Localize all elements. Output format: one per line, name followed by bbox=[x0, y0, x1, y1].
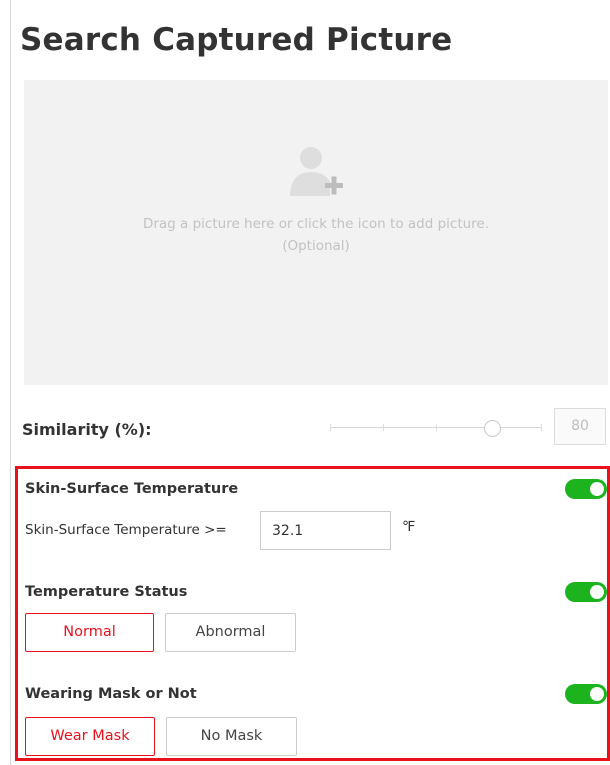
temperature-status-label: Temperature Status bbox=[25, 584, 188, 600]
similarity-value-field[interactable]: 80 bbox=[554, 408, 606, 445]
skin-temperature-label: Skin-Surface Temperature bbox=[25, 481, 239, 497]
slider-tick bbox=[436, 424, 437, 431]
page-title: Search Captured Picture bbox=[20, 22, 453, 58]
slider-tick bbox=[541, 424, 542, 431]
slider-thumb[interactable] bbox=[484, 420, 501, 437]
drop-hint-line1: Drag a picture here or click the icon to… bbox=[142, 216, 490, 232]
mask-toggle[interactable] bbox=[565, 684, 607, 704]
temperature-condition-label: Skin-Surface Temperature >= bbox=[25, 522, 227, 538]
temperature-unit: ℉ bbox=[402, 519, 416, 535]
search-captured-picture-panel: Search Captured Picture Drag a picture h… bbox=[0, 0, 610, 765]
similarity-label: Similarity (%): bbox=[22, 420, 152, 439]
similarity-slider[interactable] bbox=[330, 418, 542, 438]
temperature-status-toggle[interactable] bbox=[565, 582, 607, 602]
normal-button[interactable]: Normal bbox=[25, 613, 154, 652]
abnormal-button[interactable]: Abnormal bbox=[165, 613, 296, 652]
slider-tick bbox=[330, 424, 331, 431]
no-mask-button[interactable]: No Mask bbox=[166, 717, 297, 756]
drop-hint: Drag a picture here or click the icon to… bbox=[24, 213, 608, 257]
wear-mask-button[interactable]: Wear Mask bbox=[25, 717, 155, 756]
mask-label: Wearing Mask or Not bbox=[25, 686, 197, 702]
panel-divider bbox=[10, 0, 11, 765]
temperature-threshold-input[interactable] bbox=[260, 511, 391, 550]
add-person-icon[interactable] bbox=[284, 140, 346, 202]
skin-temperature-toggle[interactable] bbox=[565, 479, 607, 499]
slider-tick bbox=[383, 424, 384, 431]
drop-hint-line2: (Optional) bbox=[282, 238, 350, 254]
